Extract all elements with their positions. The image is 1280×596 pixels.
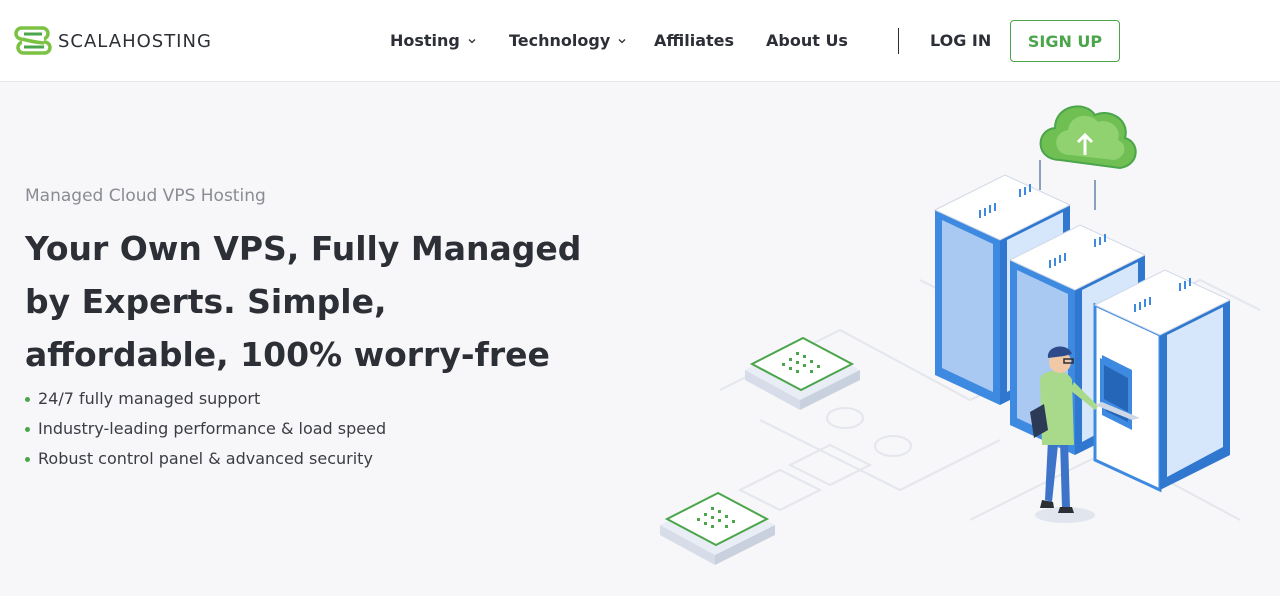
feature-text: Robust control panel & advanced security	[38, 449, 373, 468]
nav-affiliates[interactable]: Affiliates	[654, 31, 734, 50]
nav-about-us[interactable]: About Us	[766, 31, 848, 50]
chip-icon	[745, 336, 860, 410]
logo[interactable]: SCALAHOSTING	[14, 26, 212, 56]
nav-divider	[898, 28, 899, 54]
feature-list: 24/7 fully managed support Industry-lead…	[25, 388, 386, 478]
nav-affiliates-label: Affiliates	[654, 31, 735, 50]
feature-item: Industry-leading performance & load spee…	[25, 418, 386, 448]
feature-item: Robust control panel & advanced security	[25, 448, 386, 478]
bullet-icon	[25, 397, 30, 402]
nav-about-us-label: About Us	[766, 31, 848, 50]
hero-title: Your Own VPS, Fully Managed by Experts. …	[25, 229, 582, 374]
nav-hosting-label: Hosting	[390, 31, 460, 50]
feature-text: 24/7 fully managed support	[38, 389, 261, 408]
nav-technology[interactable]: Technology	[509, 31, 626, 50]
site-header: SCALAHOSTING Hosting Technology Affiliat…	[0, 0, 1280, 82]
nav-technology-label: Technology	[509, 31, 611, 50]
chevron-down-icon	[468, 38, 476, 43]
feature-item: 24/7 fully managed support	[25, 388, 386, 418]
chevron-down-icon	[618, 38, 626, 43]
logo-text: SCALAHOSTING	[58, 30, 212, 52]
feature-text: Industry-leading performance & load spee…	[38, 419, 387, 438]
nav-hosting[interactable]: Hosting	[390, 31, 476, 50]
hero-illustration	[660, 105, 1261, 565]
hero-subtitle: Managed Cloud VPS Hosting	[25, 186, 266, 206]
logo-mark-icon	[14, 26, 52, 55]
bullet-icon	[25, 457, 30, 462]
signup-button[interactable]: SIGN UP	[1010, 20, 1120, 62]
bullet-icon	[25, 427, 30, 432]
chip-icon	[660, 491, 775, 565]
cloud-upload-icon	[1039, 105, 1137, 210]
login-link[interactable]: LOG IN	[930, 31, 991, 50]
